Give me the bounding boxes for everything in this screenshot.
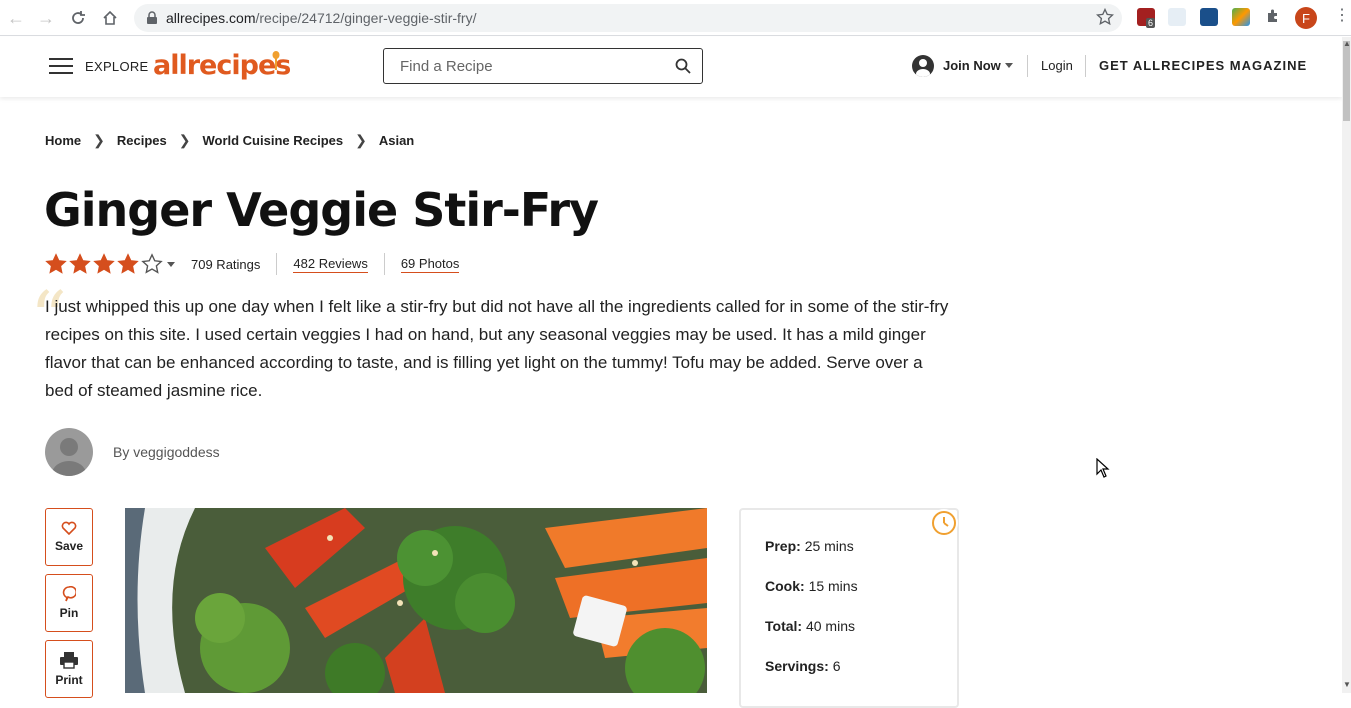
extension-color-icon[interactable]	[1232, 8, 1250, 26]
recipe-photo[interactable]	[125, 508, 707, 693]
address-bar[interactable]: allrecipes.com/recipe/24712/ginger-veggi…	[134, 4, 1122, 32]
extension-search-icon[interactable]	[1168, 8, 1186, 26]
chevron-right-icon: ❯	[178, 132, 191, 148]
star-filled-icon	[117, 253, 139, 274]
header-divider	[1085, 55, 1086, 77]
servings: Servings: 6	[765, 658, 841, 674]
prep-time: Prep: 25 mins	[765, 538, 854, 554]
save-button[interactable]: Save	[45, 508, 93, 566]
account-icon[interactable]	[912, 55, 934, 77]
recipe-title: Ginger Veggie Stir-Fry	[44, 183, 599, 237]
ratings-count: 709 Ratings	[191, 256, 261, 272]
total-value: 40 mins	[805, 618, 855, 634]
extensions-puzzle-icon[interactable]	[1265, 8, 1281, 29]
url-host: allrecipes.com	[166, 10, 256, 26]
printer-icon	[60, 652, 78, 669]
star-filled-icon	[93, 253, 115, 274]
print-label: Print	[55, 673, 83, 687]
browser-toolbar: ← → allrecipes.com/recipe/24712/ginger-v…	[0, 0, 1351, 36]
forward-icon[interactable]: →	[34, 6, 58, 30]
pin-label: Pin	[59, 606, 79, 620]
scroll-up-icon[interactable]: ▲	[1343, 39, 1351, 48]
cook-value: 15 mins	[808, 578, 858, 594]
rating-divider	[383, 253, 385, 275]
chevron-right-icon: ❯	[93, 132, 105, 148]
pinterest-icon	[62, 586, 76, 602]
author-avatar[interactable]	[45, 428, 93, 476]
servings-value: 6	[832, 658, 841, 674]
magazine-link[interactable]: GET ALLRECIPES MAGAZINE	[1099, 58, 1307, 73]
home-icon[interactable]	[98, 6, 122, 30]
logo-spoon-icon	[272, 51, 280, 71]
reload-icon[interactable]	[66, 6, 90, 30]
scroll-down-icon[interactable]: ▼	[1343, 680, 1351, 689]
join-now-button[interactable]: Join Now	[943, 58, 1001, 73]
back-icon[interactable]: ←	[4, 6, 28, 30]
site-header: EXPLORE allrecipes Join Now Login GET AL…	[0, 37, 1342, 97]
lock-icon	[147, 11, 157, 24]
total-time: Total: 40 mins	[765, 618, 855, 634]
chevron-right-icon: ❯	[355, 132, 367, 148]
clock-icon	[930, 509, 958, 537]
profile-avatar[interactable]: F	[1295, 7, 1317, 29]
search-icon[interactable]	[674, 57, 692, 75]
breadcrumb: Home ❯ Recipes ❯ World Cuisine Recipes ❯…	[45, 132, 414, 149]
extension-book-icon[interactable]	[1200, 8, 1218, 26]
author-name[interactable]: By veggigoddess	[113, 444, 220, 460]
search-input[interactable]	[400, 57, 660, 75]
breadcrumb-home[interactable]: Home	[45, 133, 81, 148]
photos-link[interactable]: 69 Photos	[400, 256, 460, 273]
servings-label: Servings:	[765, 658, 829, 674]
hamburger-menu-icon[interactable]	[49, 58, 73, 76]
explore-link[interactable]: EXPLORE	[85, 59, 149, 74]
bookmark-star-icon[interactable]	[1095, 7, 1115, 31]
extension-badge: 6	[1146, 18, 1156, 28]
browser-menu-icon[interactable]: ⋮	[1334, 8, 1350, 24]
login-link[interactable]: Login	[1041, 58, 1073, 73]
url-text: allrecipes.com/recipe/24712/ginger-veggi…	[166, 10, 476, 26]
prep-value: 25 mins	[804, 538, 854, 554]
star-rating[interactable]	[45, 253, 165, 275]
rating-divider	[276, 253, 278, 275]
heart-icon	[61, 521, 77, 535]
scrollbar-thumb[interactable]	[1343, 41, 1350, 121]
star-filled-icon	[45, 253, 67, 274]
cook-label: Cook:	[765, 578, 805, 594]
star-empty-icon	[141, 253, 163, 274]
rating-caret-icon[interactable]	[167, 261, 175, 267]
join-caret-icon[interactable]	[1005, 63, 1013, 68]
mouse-cursor-icon	[1096, 457, 1110, 478]
recipe-search[interactable]	[383, 48, 703, 84]
page-scrollbar[interactable]	[1342, 37, 1351, 693]
header-divider	[1027, 55, 1028, 77]
rating-row: 709 Ratings 482 Reviews 69 Photos	[45, 252, 460, 276]
allrecipes-logo[interactable]: allrecipes	[153, 50, 291, 81]
cook-time: Cook: 15 mins	[765, 578, 858, 594]
star-filled-icon	[69, 253, 91, 274]
print-button[interactable]: Print	[45, 640, 93, 698]
prep-label: Prep:	[765, 538, 801, 554]
pin-button[interactable]: Pin	[45, 574, 93, 632]
breadcrumb-asian[interactable]: Asian	[379, 133, 414, 148]
breadcrumb-world-cuisine[interactable]: World Cuisine Recipes	[202, 133, 343, 148]
recipe-description: I just whipped this up one day when I fe…	[45, 297, 949, 400]
reviews-link[interactable]: 482 Reviews	[293, 256, 368, 273]
total-label: Total:	[765, 618, 803, 634]
save-label: Save	[54, 539, 84, 553]
url-path: /recipe/24712/ginger-veggie-stir-fry/	[255, 10, 477, 26]
breadcrumb-recipes[interactable]: Recipes	[117, 133, 167, 148]
